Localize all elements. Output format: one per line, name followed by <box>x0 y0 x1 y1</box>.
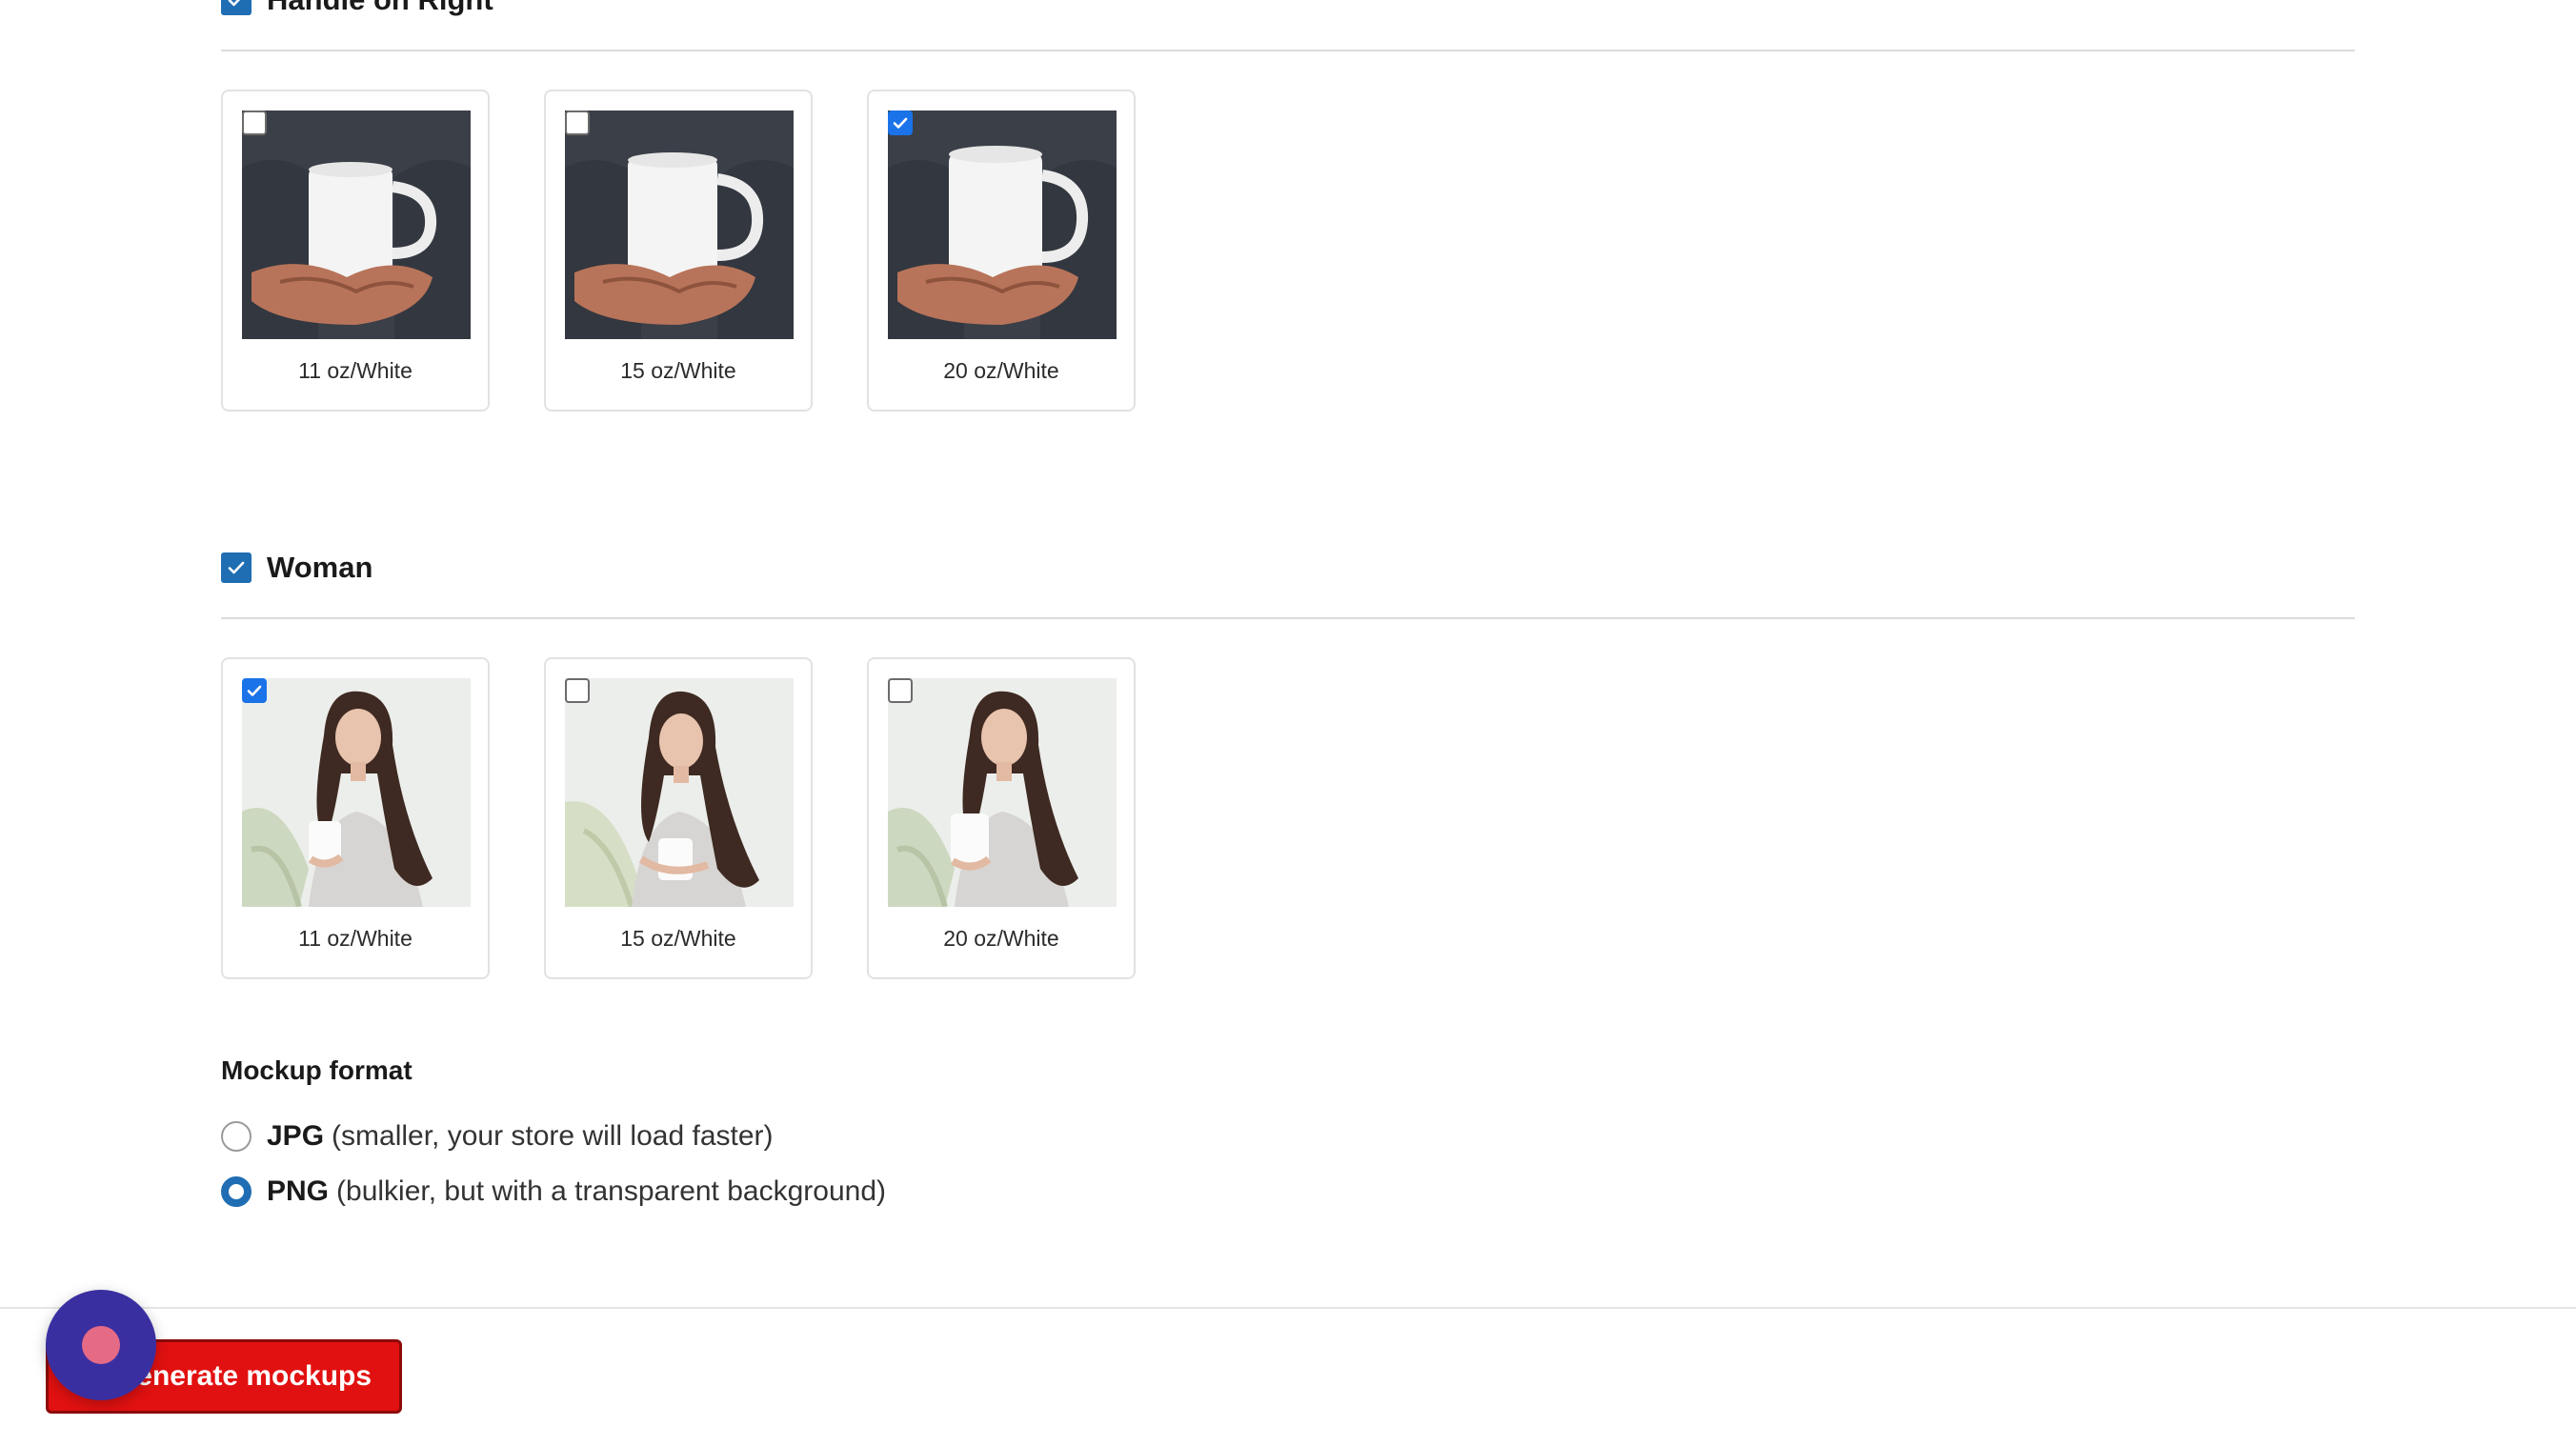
radio-button[interactable] <box>221 1176 252 1207</box>
format-option-jpg[interactable]: JPG (smaller, your store will load faste… <box>221 1120 774 1153</box>
group-header-handle-on-right[interactable]: Handle on Right <box>221 0 493 17</box>
woman-with-mug-image <box>242 678 471 907</box>
group-divider <box>221 50 2355 51</box>
format-name: JPG <box>267 1120 325 1152</box>
mockup-generator-page: Handle on Right 11 oz/White <box>0 0 2576 1446</box>
checkmark-icon <box>228 0 241 7</box>
format-description: (bulkier, but with a transparent backgro… <box>336 1175 887 1207</box>
footer-divider <box>0 1307 2576 1309</box>
variant-label: 11 oz/White <box>298 926 413 951</box>
variant-card-11oz[interactable]: 11 oz/White <box>221 657 490 979</box>
variant-card-15oz[interactable]: 15 oz/White <box>544 90 813 412</box>
mockup-format-title: Mockup format <box>221 1055 413 1085</box>
format-name: PNG <box>267 1175 330 1207</box>
woman-with-mug-image <box>888 678 1117 907</box>
variant-label: 15 oz/White <box>620 358 736 383</box>
group-checkbox[interactable] <box>221 552 252 583</box>
mug-hands-image <box>565 110 794 339</box>
format-option-png[interactable]: PNG (bulkier, but with a transparent bac… <box>221 1175 886 1208</box>
mug-hands-image <box>888 110 1117 339</box>
variant-card-15oz[interactable]: 15 oz/White <box>544 657 813 979</box>
variant-label: 20 oz/White <box>943 358 1059 383</box>
variant-checkbox[interactable] <box>565 678 590 703</box>
variant-label: 15 oz/White <box>620 926 736 951</box>
variant-label: 11 oz/White <box>298 358 413 383</box>
variant-checkbox[interactable] <box>565 110 590 135</box>
checkmark-icon <box>228 561 245 574</box>
radio-button[interactable] <box>221 1121 252 1152</box>
checkmark-icon <box>893 117 908 129</box>
group-checkbox[interactable] <box>221 0 252 15</box>
chat-icon <box>82 1326 120 1364</box>
woman-with-mug-image <box>565 678 794 907</box>
variant-label: 20 oz/White <box>943 926 1059 951</box>
checkmark-icon <box>247 685 262 696</box>
variant-card-20oz[interactable]: 20 oz/White <box>867 90 1136 412</box>
variant-card-11oz[interactable]: 11 oz/White <box>221 90 490 412</box>
variant-card-20oz[interactable]: 20 oz/White <box>867 657 1136 979</box>
variant-checkbox[interactable] <box>242 678 267 703</box>
variant-checkbox[interactable] <box>888 678 913 703</box>
chat-widget-button[interactable] <box>46 1290 156 1400</box>
group-label: Handle on Right <box>267 0 493 17</box>
format-description: (smaller, your store will load faster) <box>332 1120 774 1152</box>
variant-checkbox[interactable] <box>888 110 913 135</box>
variant-checkbox[interactable] <box>242 110 267 135</box>
group-label: Woman <box>267 551 373 584</box>
mug-hands-image <box>242 110 471 339</box>
group-header-woman[interactable]: Woman <box>221 551 372 585</box>
group-divider <box>221 617 2355 619</box>
